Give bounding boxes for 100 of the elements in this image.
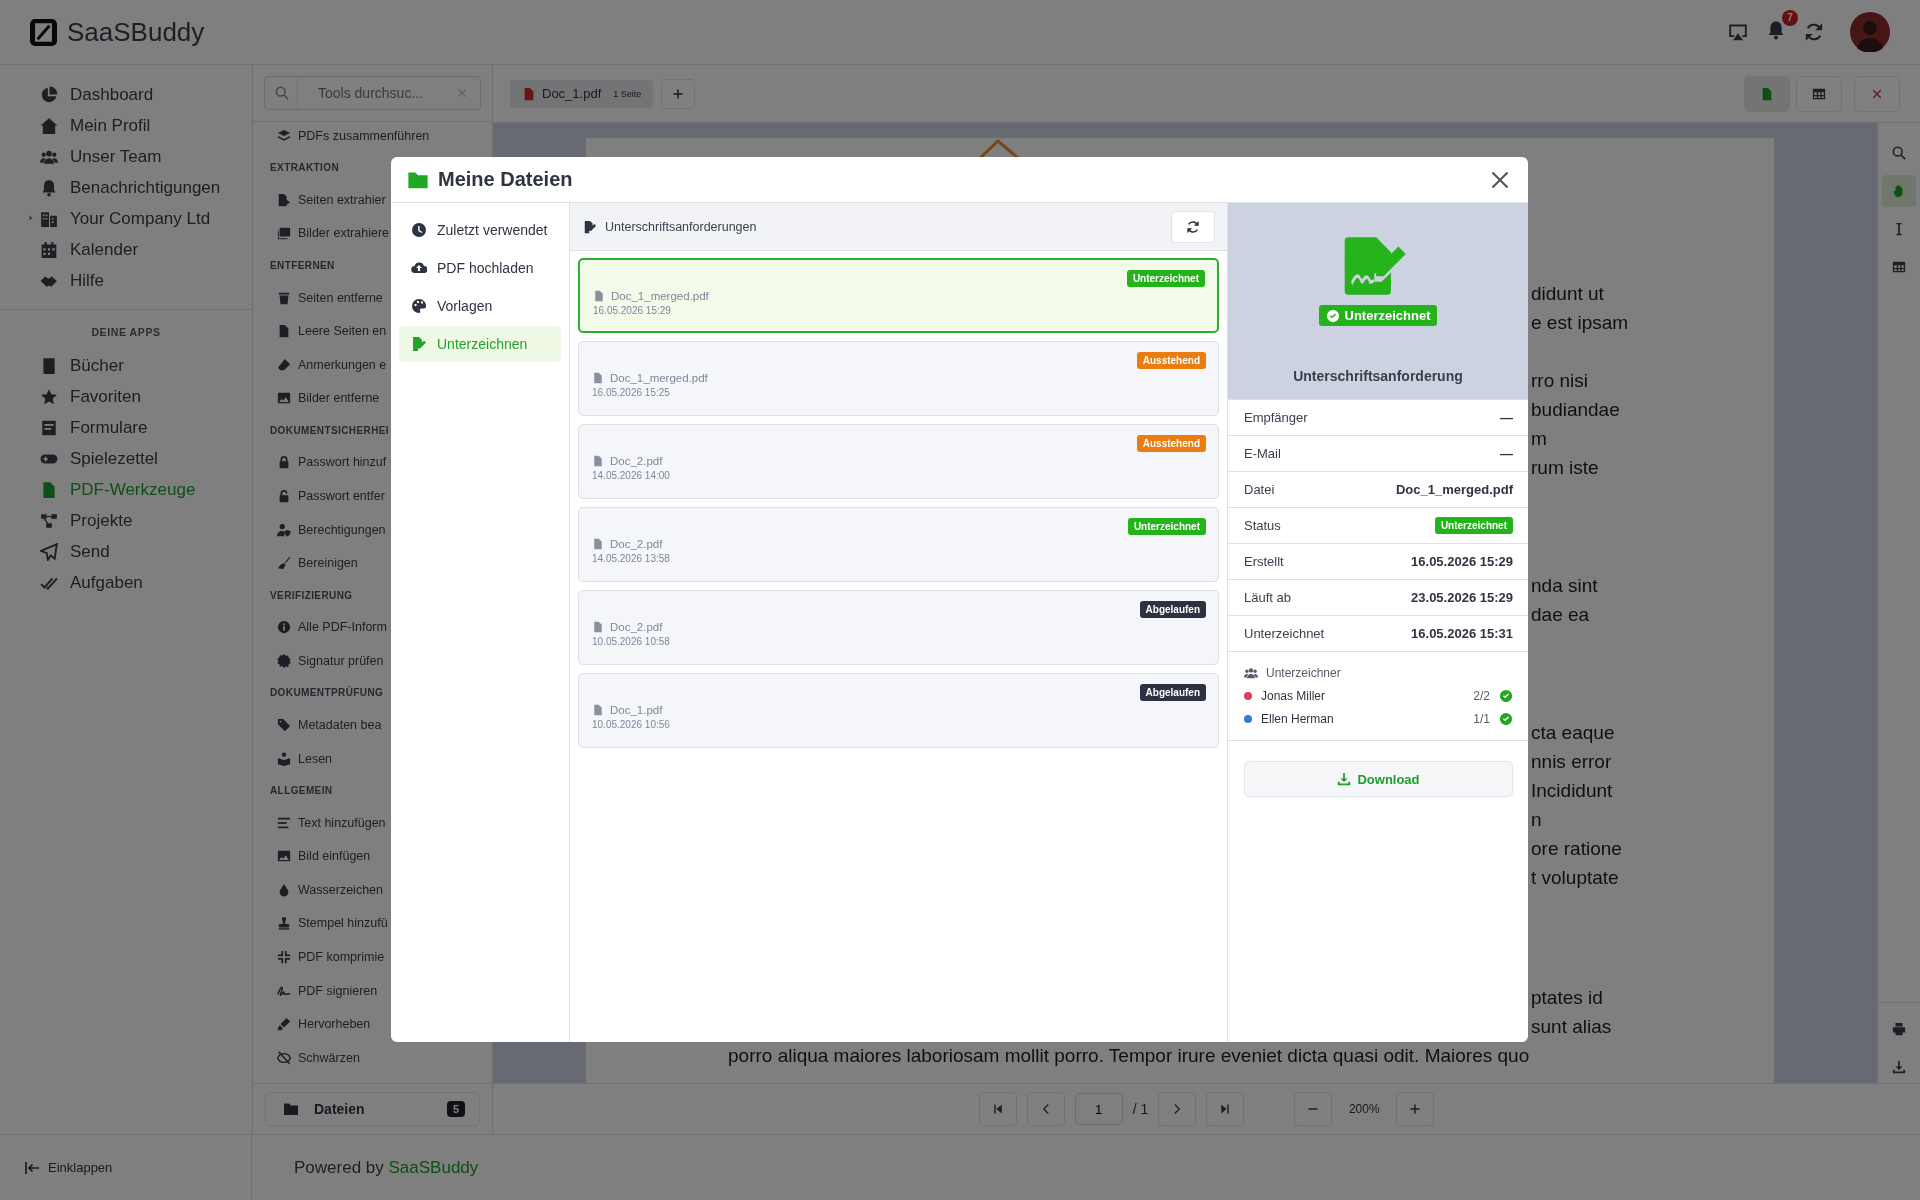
list-title: Unterschriftsanforderungen xyxy=(605,219,758,234)
tool-item[interactable]: Leere Seiten en xyxy=(253,314,387,348)
avatar[interactable] xyxy=(1850,12,1890,52)
droplet-icon xyxy=(277,882,291,897)
tool-item[interactable]: Lesen xyxy=(253,741,333,776)
paper-plane-icon xyxy=(40,542,58,561)
tool-item[interactable]: Seiten entferne xyxy=(253,280,383,315)
status-badge: Abgelaufen xyxy=(1139,684,1206,701)
tool-item[interactable]: Metadaten bea xyxy=(253,708,382,742)
info-icon xyxy=(277,620,291,635)
dialog-nav-item[interactable]: Vorlagen xyxy=(399,288,561,324)
tool-item[interactable]: Wasserzeichen xyxy=(253,873,383,907)
tool-item[interactable]: Schwärzen xyxy=(253,1041,360,1075)
tool-item[interactable]: Alle PDF-Inform xyxy=(253,610,387,645)
first-page-button[interactable] xyxy=(978,1092,1017,1126)
request-card[interactable]: Abgelaufen Doc_2.pdf 10.05.2026 10:58 xyxy=(578,590,1219,665)
request-card[interactable]: Ausstehend Doc_1_merged.pdf 16.05.2026 15:25 xyxy=(578,341,1219,416)
request-card[interactable]: Unterzeichnet Doc_1_merged.pdf 16.05.2026 15:29 xyxy=(578,258,1219,333)
download-button[interactable]: Download xyxy=(1244,761,1513,797)
tool-item[interactable]: Passwort hinzuf xyxy=(253,445,387,480)
tool-item[interactable]: Passwort entfer xyxy=(253,479,385,513)
nav-item[interactable]: Bücher xyxy=(0,350,252,381)
tool-item[interactable]: PDFs zusammenführen xyxy=(253,119,430,153)
field-value: 16.05.2026 15:29 xyxy=(1411,554,1513,569)
tag-icon xyxy=(277,718,291,732)
nav-item[interactable]: Aufgaben xyxy=(0,567,252,598)
document-text: nnis error xyxy=(1531,751,1612,772)
field-value: 23.05.2026 15:29 xyxy=(1411,590,1513,605)
file-icon xyxy=(1760,86,1774,101)
tool-item[interactable]: Bild einfügen xyxy=(253,839,371,874)
tool-item[interactable]: Bereinigen xyxy=(253,546,358,581)
view-mode-button[interactable] xyxy=(1744,75,1790,112)
tool-item[interactable]: Bilder extrahiere xyxy=(253,216,389,251)
nav-item[interactable]: Your Company Ltd xyxy=(0,203,252,234)
nav-item[interactable]: Kalender xyxy=(0,234,252,265)
search-field[interactable]: Tools durchsuc... xyxy=(264,76,481,110)
image-icon xyxy=(277,391,291,406)
nav-item[interactable]: Dashboard xyxy=(0,79,252,110)
last-page-button[interactable] xyxy=(1206,1092,1245,1126)
nav-item[interactable]: Favoriten xyxy=(0,381,252,412)
nav-item[interactable]: Hilfe xyxy=(0,265,252,296)
tool-item[interactable]: Stempel hinzufü xyxy=(253,906,388,941)
page-input[interactable]: 1 xyxy=(1074,1093,1123,1125)
footer-link[interactable]: SaaSBuddy xyxy=(388,1157,479,1177)
date-text: 14.05.2026 14:00 xyxy=(592,470,671,481)
tool-item[interactable]: PDF komprimie xyxy=(253,940,385,974)
tool-item[interactable]: Anmerkungen e xyxy=(253,347,387,382)
nav-item[interactable]: Send xyxy=(0,536,252,567)
tool-item[interactable]: Berechtigungen xyxy=(253,512,386,547)
document-tab[interactable]: Doc_1.pdf 1 Seite xyxy=(510,79,654,108)
diagram-icon xyxy=(40,511,58,530)
field-label: Datei xyxy=(1244,482,1275,497)
calendar-icon xyxy=(40,240,58,259)
tool-item[interactable]: Hervorheben xyxy=(253,1007,371,1042)
field-label: Läuft ab xyxy=(1244,590,1291,605)
file-export-icon xyxy=(277,192,291,207)
file-signature-icon xyxy=(583,219,597,234)
nav-item[interactable]: Mein Profil xyxy=(0,110,252,141)
view-mode-button[interactable] xyxy=(1796,75,1842,112)
refresh-icon xyxy=(1186,219,1200,234)
pdf-file-icon xyxy=(522,86,536,101)
tool-item[interactable]: Signatur prüfen xyxy=(253,644,384,678)
bell-icon xyxy=(1766,20,1786,40)
request-card[interactable]: Unterzeichnet Doc_2.pdf 14.05.2026 13:58 xyxy=(578,507,1219,582)
logo-icon xyxy=(30,18,57,46)
tool-button[interactable] xyxy=(1882,175,1916,207)
tool-item[interactable]: Seiten extrahier xyxy=(253,183,386,217)
close-icon xyxy=(1490,169,1510,190)
nav-item[interactable]: Benachrichtigungen xyxy=(0,172,252,203)
document-text: t voluptate xyxy=(1531,867,1619,888)
request-card[interactable]: Ausstehend Doc_2.pdf 14.05.2026 14:00 xyxy=(578,424,1219,499)
nav-item[interactable]: PDF-Werkzeuge xyxy=(0,474,252,505)
nav-item[interactable]: Unser Team xyxy=(0,141,252,172)
field-value: 16.05.2026 15:31 xyxy=(1411,626,1513,641)
file-signature-icon xyxy=(411,336,427,352)
nav-item[interactable]: Formulare xyxy=(0,412,252,443)
files-button[interactable]: Dateien 5 xyxy=(265,1092,480,1126)
field-label: Empfänger xyxy=(1244,410,1308,425)
document-text: budiandae xyxy=(1531,399,1620,420)
tool-item[interactable]: PDF signieren xyxy=(253,973,378,1008)
nav-item[interactable]: Spielezettel xyxy=(0,443,252,474)
tool-item[interactable]: Text hinzufügen xyxy=(253,805,386,840)
close-button[interactable] xyxy=(1490,169,1510,190)
refresh-button[interactable] xyxy=(1171,210,1215,243)
cloud-upload-icon xyxy=(411,260,427,276)
date-text: 10.05.2026 10:58 xyxy=(592,636,671,647)
status-badge: Ausstehend xyxy=(1136,435,1206,452)
nav-item[interactable]: Projekte xyxy=(0,505,252,536)
download-icon xyxy=(1337,772,1352,786)
dialog-nav-item[interactable]: Unterzeichnen xyxy=(399,326,561,362)
pdf-file-icon xyxy=(593,290,605,302)
request-card[interactable]: Abgelaufen Doc_1.pdf 10.05.2026 10:56 xyxy=(578,673,1219,748)
add-tab-button[interactable] xyxy=(661,78,696,109)
tool-item[interactable]: Bilder entferne xyxy=(253,381,380,416)
zoom-in-button[interactable] xyxy=(1396,1092,1435,1126)
dialog-nav-item[interactable]: Zuletzt verwendet xyxy=(399,212,561,248)
first-page-icon xyxy=(991,1103,1004,1115)
dialog-nav-item[interactable]: PDF hochladen xyxy=(399,250,561,286)
document-text: porro aliqua maiores laboriosam mollit porro. Tempor irure eveniet dicta quasi odit. Maiores quo xyxy=(728,1045,1530,1066)
collapse-button[interactable]: Einklappen xyxy=(24,1159,113,1176)
